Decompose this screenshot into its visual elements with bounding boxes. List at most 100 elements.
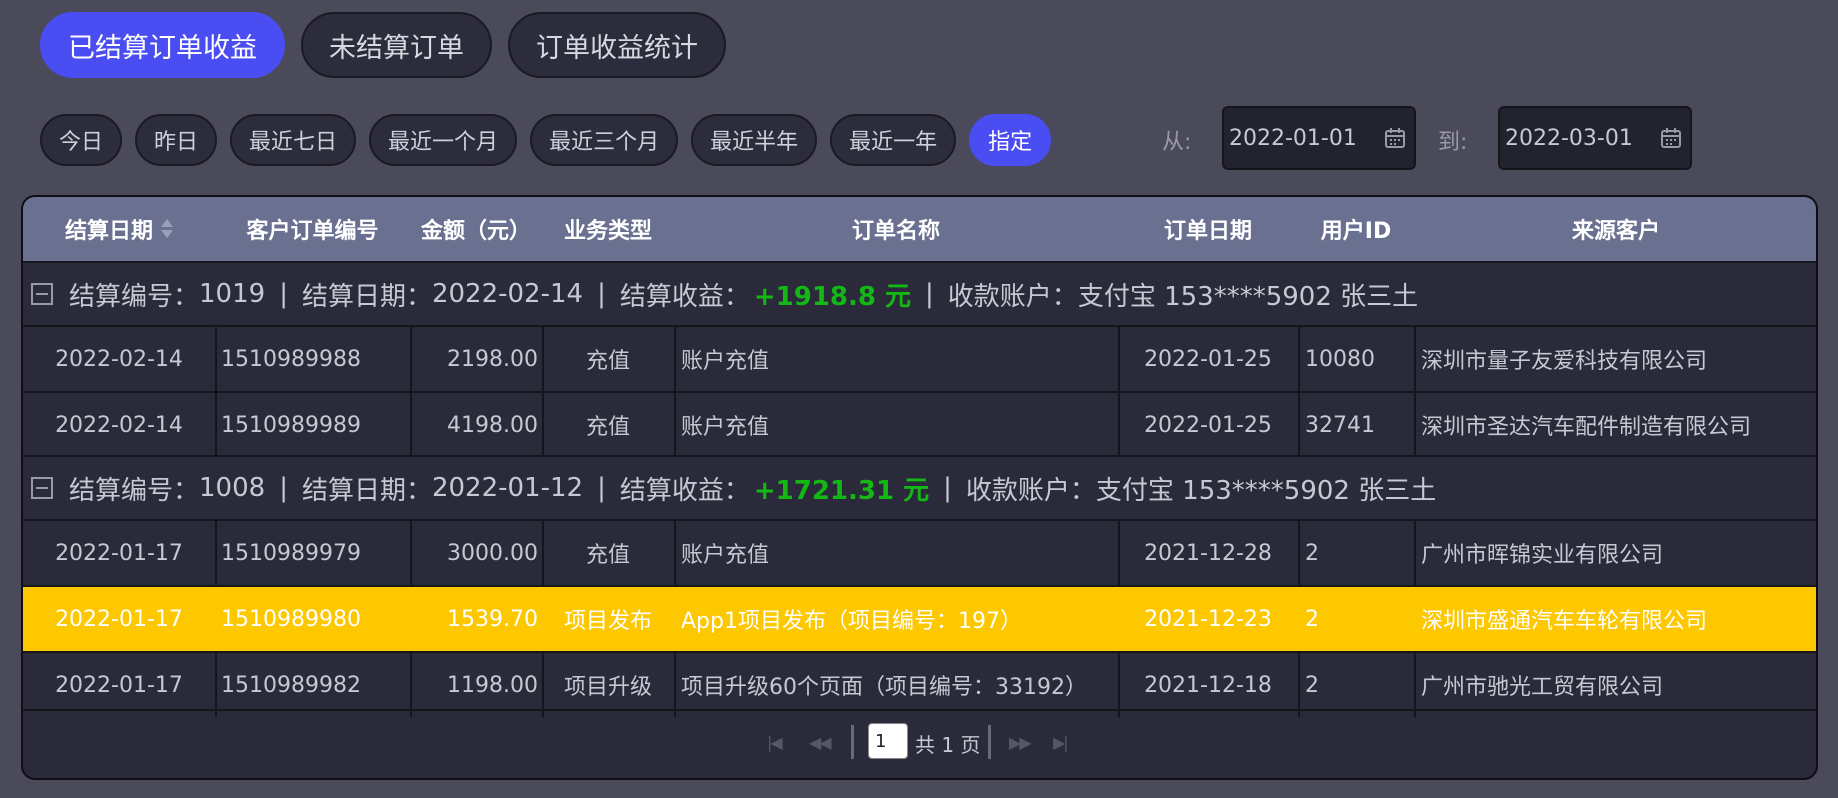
collapse-icon[interactable]	[31, 477, 53, 499]
column-header-source-client: 来源客户	[1571, 219, 1660, 244]
column-divider	[1414, 653, 1416, 717]
column-divider	[674, 521, 676, 585]
column-divider	[674, 327, 676, 391]
pager-divider	[851, 725, 854, 759]
cell-order-date: 2022-01-25	[1144, 346, 1272, 372]
column-divider	[215, 327, 217, 391]
column-header-settle-date[interactable]: 结算日期	[23, 197, 215, 261]
range-halfyear-button[interactable]: 最近半年	[691, 114, 818, 166]
account-value: 支付宝 153****5902 张三土	[1077, 281, 1419, 312]
cell-settle-date: 2022-01-17	[55, 672, 183, 698]
cell-order-name: 账户充值	[681, 543, 770, 568]
cell-order-no: 1510989989	[221, 412, 361, 438]
column-divider	[674, 653, 676, 717]
range-yesterday-button[interactable]: 昨日	[135, 114, 218, 166]
divider: |	[943, 473, 952, 503]
column-header-user-id: 用户ID	[1320, 219, 1392, 244]
column-divider	[1298, 653, 1300, 717]
range-7days-button[interactable]: 最近七日	[230, 114, 357, 166]
range-3months-button[interactable]: 最近三个月	[530, 114, 679, 166]
cell-order-date: 2021-12-28	[1144, 540, 1272, 566]
sort-icon[interactable]	[161, 218, 173, 240]
pager-divider	[988, 725, 991, 759]
column-divider	[1298, 327, 1300, 391]
settlement-profit: +1918.8 元	[753, 281, 912, 312]
date-to-value: 2022-03-01	[1505, 125, 1633, 151]
cell-business-type: 充值	[585, 543, 630, 568]
column-divider	[1414, 327, 1416, 391]
settlement-date: 2022-02-14	[431, 279, 584, 309]
range-1year-button[interactable]: 最近一年	[830, 114, 957, 166]
cell-order-date: 2022-01-25	[1144, 412, 1272, 438]
range-1month-button[interactable]: 最近一个月	[369, 114, 518, 166]
tab-order-stats[interactable]: 订单收益统计	[508, 12, 726, 78]
cell-user-id: 2	[1305, 672, 1319, 698]
column-header-business-type: 业务类型	[563, 219, 652, 244]
cell-amount: 2198.00	[447, 346, 538, 372]
tab-settled-orders[interactable]: 已结算订单收益	[40, 12, 285, 78]
cell-order-name: App1项目发布（项目编号：197）	[681, 609, 1022, 634]
column-divider	[1414, 521, 1416, 585]
date-to-field[interactable]: 2022-03-01	[1498, 106, 1692, 170]
divider: |	[279, 279, 288, 309]
table-row[interactable]: 2022-01-17 1510989982 1198.00 项目升级 项目升级6…	[23, 651, 1816, 717]
cell-order-name: 账户充值	[681, 415, 770, 440]
cell-order-name: 项目升级60个页面（项目编号：33192）	[681, 675, 1087, 700]
column-divider	[1414, 393, 1416, 457]
divider: |	[925, 279, 934, 309]
table-row[interactable]: 2022-02-14 1510989989 4198.00 充值 账户充值 20…	[23, 391, 1816, 457]
table-header: 结算日期 客户订单编号 金额（元） 业务类型 订单名称 订单日期 用户ID 来源…	[23, 197, 1816, 261]
column-header-order-date: 订单日期	[1163, 219, 1252, 244]
cell-amount: 1198.00	[447, 672, 538, 698]
table-row-selected[interactable]: 2022-01-17 1510989980 1539.70 项目发布 App1项…	[23, 585, 1816, 651]
cell-settle-date: 2022-02-14	[55, 412, 183, 438]
settlement-date-label: 结算日期：	[301, 475, 432, 506]
column-divider	[215, 393, 217, 457]
divider: |	[597, 279, 606, 309]
calendar-icon[interactable]	[1384, 127, 1406, 149]
cell-business-type: 充值	[585, 415, 630, 440]
date-from-value: 2022-01-01	[1229, 125, 1357, 151]
cell-order-date: 2021-12-18	[1144, 672, 1272, 698]
column-header-amount: 金额（元）	[420, 219, 531, 244]
column-divider	[1298, 521, 1300, 585]
calendar-icon[interactable]	[1660, 127, 1682, 149]
page-number-input[interactable]	[868, 723, 908, 759]
column-divider	[674, 393, 676, 457]
cell-order-no: 1510989982	[221, 672, 361, 698]
settlement-profit: +1721.31 元	[753, 475, 930, 506]
cell-order-no: 1510989988	[221, 346, 361, 372]
table-row[interactable]: 2022-01-17 1510989979 3000.00 充值 账户充值 20…	[23, 519, 1816, 585]
settlement-profit-label: 结算收益：	[619, 281, 750, 312]
cell-order-no: 1510989980	[221, 606, 361, 632]
cell-order-date: 2021-12-23	[1144, 606, 1272, 632]
last-page-icon[interactable]: ▶|	[1053, 733, 1069, 752]
cell-amount: 1539.70	[447, 606, 538, 632]
date-from-label: 从:	[1162, 130, 1192, 155]
tab-unsettled-orders[interactable]: 未结算订单	[301, 12, 492, 78]
settlement-group-header: 结算编号： 1008 | 结算日期： 2022-01-12 | 结算收益： +1…	[23, 455, 1816, 519]
range-custom-button[interactable]: 指定	[969, 114, 1052, 166]
settlement-id-label: 结算编号：	[69, 475, 200, 506]
column-header-order-no: 客户订单编号	[246, 219, 379, 244]
settlement-group-header: 结算编号： 1019 | 结算日期： 2022-02-14 | 结算收益： +1…	[23, 261, 1816, 325]
column-divider	[1298, 393, 1300, 457]
divider: |	[279, 473, 288, 503]
cell-settle-date: 2022-01-17	[55, 606, 183, 632]
account-label: 收款账户：	[947, 281, 1078, 312]
settlement-date-label: 结算日期：	[301, 281, 432, 312]
range-today-button[interactable]: 今日	[40, 114, 123, 166]
next-page-icon[interactable]: ▶▶	[1009, 733, 1032, 752]
first-page-icon[interactable]: |◀	[767, 733, 783, 752]
table-row[interactable]: 2022-02-14 1510989988 2198.00 充值 账户充值 20…	[23, 325, 1816, 391]
settlement-profit-label: 结算收益：	[619, 475, 750, 506]
collapse-icon[interactable]	[31, 283, 53, 305]
column-divider	[215, 521, 217, 585]
account-label: 收款账户：	[965, 475, 1096, 506]
cell-settle-date: 2022-02-14	[55, 346, 183, 372]
cell-settle-date: 2022-01-17	[55, 540, 183, 566]
cell-user-id: 32741	[1305, 412, 1375, 438]
settlement-id: 1019	[199, 279, 266, 309]
date-from-field[interactable]: 2022-01-01	[1222, 106, 1416, 170]
prev-page-icon[interactable]: ◀◀	[809, 733, 832, 752]
